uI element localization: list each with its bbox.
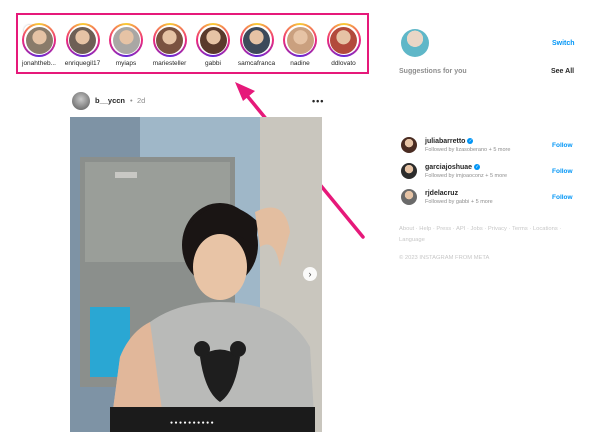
suggestion-username[interactable]: rjdelacruz [425,190,458,197]
suggestion-name-text: juliabarretto [425,138,466,145]
switch-account-link[interactable]: Switch [552,40,575,47]
suggestion-name-text: rjdelacruz [425,190,459,197]
see-all-link[interactable]: See All [551,68,574,75]
suggestion-username[interactable]: juliabarretto ✓ [425,138,474,145]
carousel-next-button[interactable]: › [303,267,317,281]
suggestion-avatar[interactable] [401,137,417,153]
post-timestamp[interactable]: 2d [137,96,145,105]
follow-button[interactable]: Follow [552,168,573,175]
suggestion-followed-by: Followed by imjoaoconz + 5 more [425,173,508,179]
footer-links[interactable]: About · Help · Press · API · Jobs · Priv… [399,224,579,246]
verified-badge-icon: ✓ [467,138,474,145]
post-image[interactable] [70,117,322,432]
suggestions-heading: Suggestions for you [399,68,467,75]
copyright: © 2023 INSTAGRAM FROM META [399,255,490,261]
post-photo-illustration [70,117,322,432]
follow-button[interactable]: Follow [552,142,573,149]
suggestion-name-text: garciajoshuae [425,164,473,171]
carousel-indicator: ●●●●●●●●●● [170,420,216,426]
suggestion-avatar[interactable] [401,189,417,205]
suggestion-followed-by: Followed by gabbi + 5 more [425,199,493,205]
suggestion-username[interactable]: garciajoshuae ✓ [425,164,481,171]
post-author-username[interactable]: b__yccn [95,96,125,105]
more-options-icon[interactable]: ••• [312,96,324,106]
post-separator: • [130,96,133,105]
follow-button[interactable]: Follow [552,194,573,201]
suggestion-followed-by: Followed by lizasoberano + 5 more [425,147,511,153]
post-author-avatar[interactable] [72,92,90,110]
verified-badge-icon: ✓ [474,164,481,171]
suggestion-avatar[interactable] [401,163,417,179]
current-user-avatar[interactable] [401,29,429,57]
